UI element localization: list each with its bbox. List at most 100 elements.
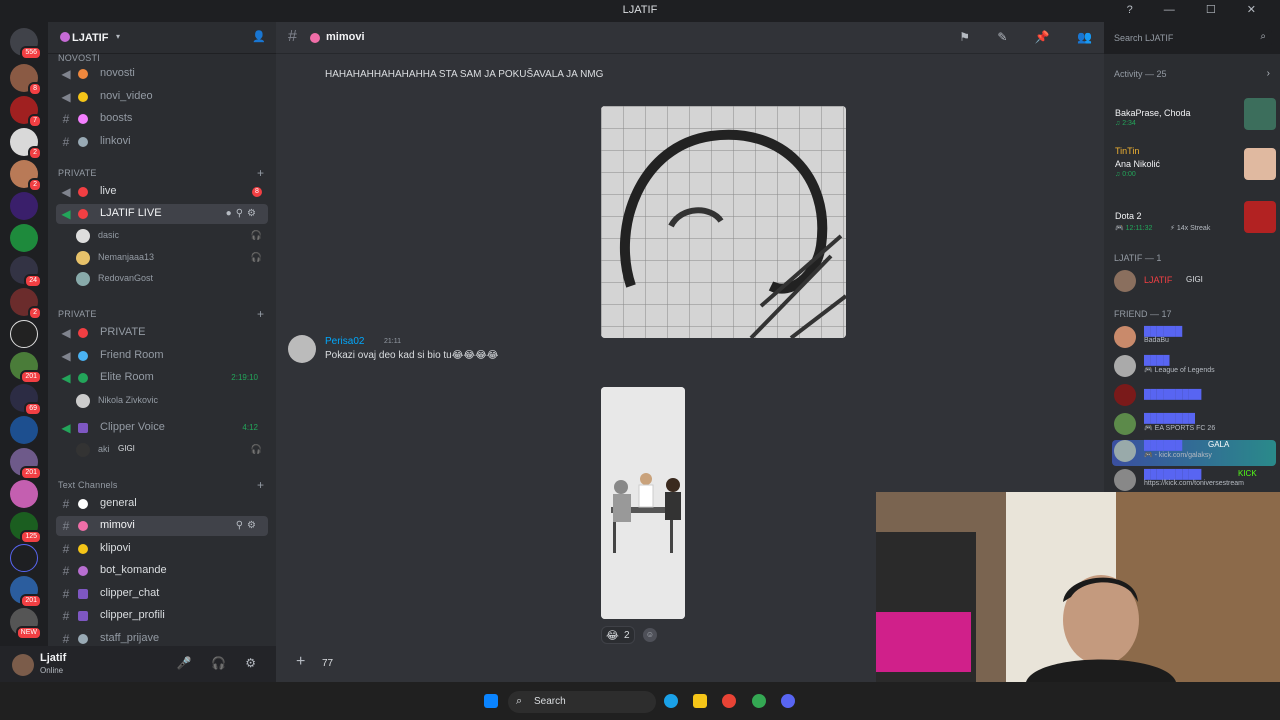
server-icon[interactable] xyxy=(10,416,38,444)
hash-icon: # xyxy=(288,28,297,45)
server-icon[interactable]: 201 xyxy=(10,352,42,384)
channel-actions[interactable]: ●⚲⚙ xyxy=(226,208,260,219)
add-channel-icon[interactable]: + xyxy=(257,478,264,492)
member-row[interactable]: █████████ xyxy=(1112,384,1276,408)
member-row[interactable]: ██████ GALA 🎮 - kick.com/galaksy xyxy=(1112,440,1276,466)
search-box[interactable]: ⌕ xyxy=(1110,29,1272,47)
channel-clipper-chat[interactable]: # clipper_chat xyxy=(56,584,268,604)
voice-user[interactable]: Nikola Zivkovic xyxy=(76,391,266,411)
discord-icon[interactable] xyxy=(781,694,795,708)
channel-elite-room[interactable]: ◀ Elite Room 2:19:10 xyxy=(56,368,268,388)
server-icon[interactable]: 201 xyxy=(10,448,42,480)
chrome-icon[interactable] xyxy=(752,694,766,708)
channel-actions[interactable]: ⚲⚙ xyxy=(236,520,260,531)
taskbar-search[interactable]: ⌕ Search xyxy=(508,691,656,713)
category-label[interactable]: NOVOSTI xyxy=(58,53,100,63)
window-controls[interactable]: ? — ☐ ✕ xyxy=(1127,3,1270,16)
header-toolbar[interactable]: ⚑ ✎ 📌 👥 xyxy=(959,30,1104,44)
webcam-feed xyxy=(876,492,1280,682)
channel-mimovi[interactable]: # mimovi ⚲⚙ xyxy=(56,516,268,536)
server-icon[interactable]: 2 xyxy=(10,288,42,320)
audio-controls[interactable]: 🎤 🎧 ⚙ xyxy=(177,656,264,670)
channel-ljatif-live[interactable]: ◀ LJATIF LIVE ●⚲⚙ xyxy=(56,204,268,224)
plus-icon[interactable]: + xyxy=(296,653,305,671)
add-channel-icon[interactable]: + xyxy=(257,307,264,321)
message-author[interactable]: Perisa02 xyxy=(325,336,364,347)
member-tag: KICK xyxy=(1238,469,1257,478)
channel-novosti[interactable]: ◀ novosti xyxy=(56,64,268,84)
channel-live[interactable]: ◀ live 8 xyxy=(56,182,268,202)
activity-name: Dota 2 xyxy=(1115,211,1142,221)
avatar[interactable] xyxy=(288,335,316,363)
message-input[interactable] xyxy=(322,654,822,672)
activity-time: ♫ 2:34 xyxy=(1115,120,1136,127)
hash-icon: # xyxy=(62,112,70,126)
server-icon[interactable] xyxy=(10,480,38,508)
server-icon[interactable]: 2 xyxy=(10,160,42,192)
server-header[interactable]: LJATIF ▾ 👤 xyxy=(48,22,276,54)
activity-header[interactable]: Activity — 25 xyxy=(1114,69,1167,79)
direct-messages-icon[interactable]: 556 xyxy=(10,28,42,60)
voice-user-name: Nikola Zivkovic xyxy=(98,395,159,405)
member-row[interactable]: ██████ BadaBu xyxy=(1112,326,1276,350)
channel-clipper-profili[interactable]: # clipper_profili xyxy=(56,606,268,626)
deafened-icon: 🎧 xyxy=(250,230,262,240)
category-label[interactable]: Text Channels xyxy=(58,480,118,490)
chrome-icon[interactable] xyxy=(722,694,736,708)
channel-staff-prijave[interactable]: # staff_prijave xyxy=(56,629,268,646)
edge-icon[interactable] xyxy=(664,694,678,708)
server-icon[interactable]: 201 xyxy=(10,576,42,608)
voice-user[interactable]: RedovanGost xyxy=(76,269,266,289)
avatar[interactable] xyxy=(12,654,34,676)
add-member-icon[interactable]: 👤 xyxy=(252,30,266,43)
channel-label: klipovi xyxy=(100,542,131,554)
channel-boosts[interactable]: # boosts xyxy=(56,109,268,129)
category-label[interactable]: PRIVATE xyxy=(58,168,97,178)
member-row[interactable]: ████ 🎮 League of Legends xyxy=(1112,355,1276,379)
activity-card[interactable]: Dota 2 🎮 12:11:32 ⚡ 14x Streak xyxy=(1112,197,1276,241)
reaction-chip[interactable]: 😂 2 xyxy=(601,626,635,644)
chevron-right-icon[interactable]: › xyxy=(1267,68,1270,79)
voice-timer: 4:12 xyxy=(242,423,258,432)
server-icon[interactable]: NEW xyxy=(10,608,42,640)
channel-clipper-voice[interactable]: ◀ Clipper Voice 4:12 xyxy=(56,418,268,438)
channel-bot-komande[interactable]: # bot_komande xyxy=(56,561,268,581)
add-reaction-icon[interactable]: ☺ xyxy=(643,628,657,642)
speech-bubble-icon xyxy=(78,499,88,509)
avatar xyxy=(76,443,90,457)
server-icon[interactable] xyxy=(10,320,38,348)
hash-icon: # xyxy=(62,135,70,149)
server-icon[interactable]: 125 xyxy=(10,512,42,544)
message-video[interactable] xyxy=(601,387,685,619)
category-label[interactable]: PRIVATE xyxy=(58,309,97,319)
channel-linkovi[interactable]: # linkovi xyxy=(56,132,268,152)
channel-private[interactable]: ◀ PRIVATE xyxy=(56,323,268,343)
channel-friend-room[interactable]: ◀ Friend Room xyxy=(56,346,268,366)
speaker-icon: ◀ xyxy=(61,421,71,435)
server-icon[interactable]: 69 xyxy=(10,384,42,416)
voice-user[interactable]: Nemanjaaa13 🎧 xyxy=(76,248,266,268)
channel-klipovi[interactable]: # klipovi xyxy=(56,539,268,559)
server-icon[interactable]: 2 xyxy=(10,128,42,160)
channel-general[interactable]: # general xyxy=(56,494,268,514)
voice-user[interactable]: dasic 🎧 xyxy=(76,226,266,246)
member-row[interactable]: LJATIF GIGI xyxy=(1112,270,1276,292)
voice-user[interactable]: aki GIGI 🎧 xyxy=(76,440,266,460)
message-image[interactable] xyxy=(601,106,846,338)
activity-card[interactable]: BakaPrase, Choda ♫ 2:34 xyxy=(1112,94,1276,138)
server-icon[interactable]: 8 xyxy=(10,64,42,96)
search-input[interactable] xyxy=(1114,31,1244,45)
server-icon[interactable]: 7 xyxy=(10,96,42,128)
file-explorer-icon[interactable] xyxy=(693,694,707,708)
server-icon[interactable]: 24 xyxy=(10,256,42,288)
folder-icon[interactable] xyxy=(10,544,38,572)
member-row[interactable]: ████████ 🎮 EA SPORTS FC 26 xyxy=(1112,413,1276,437)
add-channel-icon[interactable]: + xyxy=(257,166,264,180)
channel-novi-video[interactable]: ◀ novi_video xyxy=(56,87,268,107)
server-icon[interactable] xyxy=(10,224,38,252)
member-row[interactable]: █████████ KICK https://kick.com/toniverses… xyxy=(1112,469,1276,493)
hash-icon: # xyxy=(62,497,70,511)
windows-start-icon[interactable] xyxy=(484,694,498,708)
server-icon[interactable] xyxy=(10,192,38,220)
activity-card[interactable]: TinTin Ana Nikolić ♫ 0:00 xyxy=(1112,144,1276,188)
